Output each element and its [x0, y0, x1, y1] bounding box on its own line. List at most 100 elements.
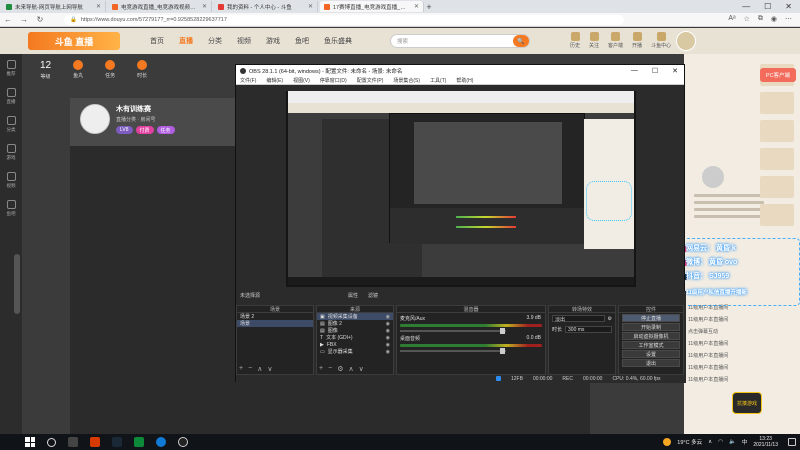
obs-close-button[interactable]: ✕ [672, 67, 678, 75]
add-icon[interactable]: + [239, 365, 243, 373]
search-input[interactable]: 搜索 [397, 37, 408, 45]
task-badge[interactable]: 任务 [156, 126, 175, 134]
source-item[interactable]: ▤ 图像 ◉ [317, 327, 393, 335]
scene-item[interactable]: 场景 2 [237, 313, 313, 320]
up-icon[interactable]: ∧ [257, 365, 262, 373]
app-icon[interactable] [90, 437, 100, 447]
search-icon[interactable] [47, 437, 56, 447]
url-field[interactable]: 🔒 https://www.douyu.com/5727917?_rr=0.92… [64, 15, 624, 25]
weather-text[interactable]: 19°C 多云 [677, 438, 702, 446]
sidebar-item-recommend[interactable]: 推荐 [0, 54, 22, 82]
corner-logo[interactable]: 抗揍游戏 [732, 392, 762, 414]
menu-tools[interactable]: 工具(T) [430, 77, 446, 84]
more-icon[interactable]: ⋯ [785, 15, 792, 23]
sidebar-item-yuba[interactable]: 鱼吧 [0, 194, 22, 222]
browser-tab[interactable]: 未来导航-网页导航上网导航 ✕ [2, 1, 106, 12]
menu-edit[interactable]: 编辑(E) [266, 77, 283, 84]
start-recording-button[interactable]: 开始录制 [622, 323, 680, 331]
menu-help[interactable]: 帮助(H) [456, 77, 473, 84]
close-button[interactable]: ✕ [785, 2, 792, 11]
sidebar-collapse-handle[interactable] [14, 254, 20, 314]
nav-live[interactable]: 直播 [179, 36, 193, 46]
refresh-icon[interactable]: ↻ [36, 15, 44, 24]
profile-icon[interactable]: ◉ [771, 15, 777, 23]
steam-icon[interactable] [112, 437, 122, 447]
favorite-icon[interactable]: ☆ [744, 15, 750, 23]
user-menu-history[interactable]: 历史 [570, 32, 580, 49]
source-item[interactable]: ▭ 显示器采集 ◉ [317, 348, 393, 356]
menu-scene-collection[interactable]: 场景集合(S) [393, 77, 420, 84]
user-menu-follow[interactable]: 关注 [589, 32, 599, 49]
remove-icon[interactable]: − [328, 365, 332, 373]
tab-close-icon[interactable]: ✕ [96, 3, 101, 10]
gear-icon[interactable]: ⚙ [608, 316, 612, 322]
down-icon[interactable]: ∨ [267, 365, 272, 373]
browser-tab-active[interactable]: 17赛博直播_电竞游戏直播_斗鱼 ✕ [320, 1, 424, 12]
volume-icon[interactable]: 🔈 [729, 439, 736, 445]
anchor-avatar[interactable] [702, 166, 724, 188]
back-icon[interactable]: ← [4, 15, 12, 24]
tab-close-icon[interactable]: ✕ [414, 3, 419, 10]
filters-button[interactable]: 滤镜 [368, 292, 378, 299]
start-virtual-camera-button[interactable]: 启动虚拟摄像机 [622, 332, 680, 340]
chevron-up-icon[interactable]: ∧ [708, 439, 712, 445]
notification-icon[interactable] [788, 438, 796, 446]
nav-yuba[interactable]: 鱼吧 [295, 36, 309, 46]
up-icon[interactable]: ∧ [348, 365, 353, 373]
minimize-button[interactable]: — [742, 2, 750, 11]
eye-icon[interactable]: ◉ [386, 342, 393, 348]
eye-icon[interactable]: ◉ [386, 321, 393, 327]
gear-icon[interactable]: ⚙ [337, 365, 343, 373]
scene-item-selected[interactable]: 场景 [237, 320, 313, 327]
collections-icon[interactable]: ⧉ [758, 15, 763, 23]
task-view-icon[interactable] [68, 437, 78, 447]
transition-select[interactable]: 淡出 [552, 315, 605, 323]
activity-card[interactable] [760, 92, 794, 114]
menu-view[interactable]: 视图(V) [293, 77, 310, 84]
paid-badge[interactable]: 付费 [135, 126, 154, 134]
sidebar-item-game[interactable]: 游戏 [0, 138, 22, 166]
stat-fishball[interactable]: 鱼丸 [73, 60, 83, 80]
source-item[interactable]: T 文本 (GDI+) ◉ [317, 334, 393, 342]
user-avatar[interactable] [676, 31, 696, 51]
user-menu-client[interactable]: 客户端 [608, 32, 623, 49]
start-button[interactable] [25, 437, 35, 447]
ime-icon[interactable]: 中 [742, 438, 748, 446]
properties-button[interactable]: 属性 [348, 292, 358, 299]
eye-icon[interactable]: ◉ [386, 335, 393, 341]
streamer-avatar[interactable] [80, 104, 110, 134]
search-button[interactable]: 🔍 [513, 35, 529, 47]
source-item[interactable]: ▶ FBX ◉ [317, 341, 393, 348]
nav-video[interactable]: 视频 [237, 36, 251, 46]
menu-profile[interactable]: 配置文件(P) [357, 77, 384, 84]
sidebar-item-live[interactable]: 直播 [0, 82, 22, 110]
forward-icon[interactable]: → [20, 15, 28, 24]
pc-client-button[interactable]: PC客户端 [760, 68, 796, 82]
app-icon[interactable] [134, 437, 144, 447]
down-icon[interactable]: ∨ [359, 365, 364, 373]
studio-mode-button[interactable]: 工作室模式 [622, 341, 680, 349]
nav-game[interactable]: 游戏 [266, 36, 280, 46]
obs-icon[interactable] [178, 437, 188, 447]
source-item[interactable]: ▤ 图像 2 ◉ [317, 320, 393, 328]
stat-time[interactable]: 时长 [137, 60, 147, 80]
eye-icon[interactable]: ◉ [386, 314, 393, 320]
eye-icon[interactable]: ◉ [386, 328, 393, 334]
browser-tab[interactable]: 我的资料 - 个人中心 - 斗鱼 ✕ [214, 1, 318, 12]
sidebar-item-video[interactable]: 视频 [0, 166, 22, 194]
menu-file[interactable]: 文件(F) [240, 77, 256, 84]
eye-icon[interactable]: ◉ [386, 349, 393, 355]
tab-close-icon[interactable]: ✕ [308, 3, 313, 10]
settings-button[interactable]: 设置 [622, 350, 680, 358]
reader-icon[interactable]: Aᵃ [728, 15, 735, 23]
exit-button[interactable]: 退出 [622, 359, 680, 367]
duration-input[interactable]: 300 ms [565, 326, 612, 333]
sidebar-item-category[interactable]: 分类 [0, 110, 22, 138]
obs-preview-canvas[interactable] [286, 91, 636, 287]
menu-docks[interactable]: 停靠窗口(D) [320, 77, 347, 84]
network-icon[interactable]: ◠ [718, 439, 723, 445]
tab-close-icon[interactable]: ✕ [202, 3, 207, 10]
volume-slider-knob[interactable] [500, 348, 505, 354]
site-search[interactable]: 搜索 🔍 [390, 34, 530, 48]
stat-task[interactable]: 任务 [105, 60, 115, 80]
